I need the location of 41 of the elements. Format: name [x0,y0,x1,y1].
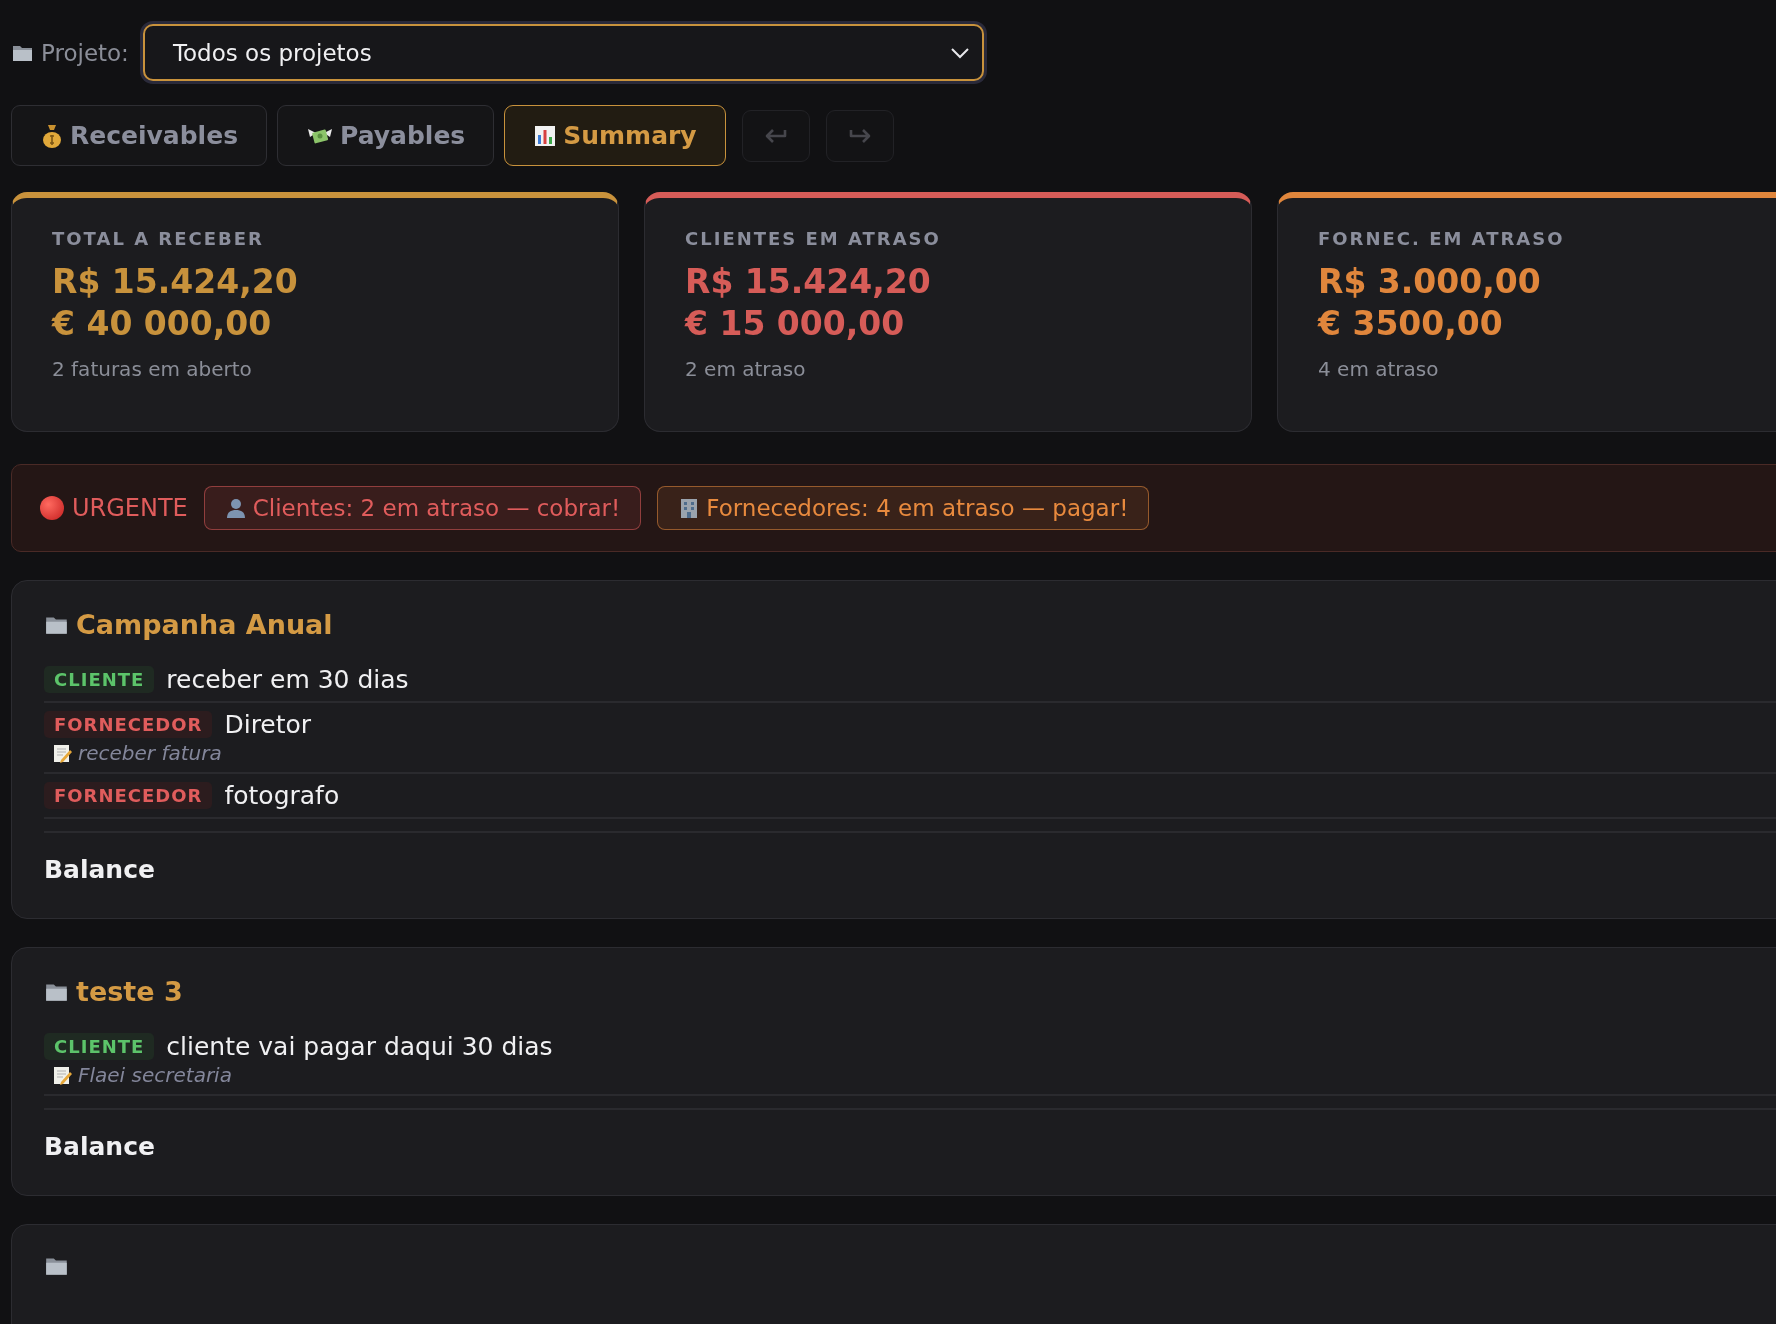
entry-text: cliente vai pagar daqui 30 dias [166,1032,553,1061]
alert-badge: Fornecedores: 4 em atraso — pagar! [657,486,1150,530]
project-dropdown[interactable]: Todos os projetos [142,24,984,81]
entry-note: receber fatura [78,741,222,765]
tab[interactable]: Summary [504,105,726,166]
entry-text: Diretor [224,710,312,739]
entry-text: fotografo [224,781,340,810]
card-label: TOTAL A RECEBER [52,228,265,249]
memo-icon [52,1064,74,1086]
money-bag-icon [40,122,64,149]
alert-badge: Clientes: 2 em atraso — cobrar! [203,486,642,530]
amount: R$ 15.424,20 [52,261,299,303]
type-tag: FORNECEDOR [44,711,213,738]
memo-icon [52,742,74,764]
card-caption: 4 em atraso [1318,357,1440,381]
entry-text: receber em 30 dias [166,665,409,694]
balance-label: Balance [44,855,155,884]
balance-label: Balance [44,1132,155,1161]
amount: € 3500,00 [1318,303,1504,345]
type-tag: CLIENTE [44,1033,155,1060]
project-title: Campanha Anual [76,609,333,640]
amount: R$ 3.000,00 [1318,261,1542,303]
bar-chart-icon [533,123,558,148]
type-tag: FORNECEDOR [44,782,213,809]
amount: R$ 15.424,20 [685,261,932,303]
card-label: CLIENTES EM ATRASO [685,228,942,249]
type-tag: CLIENTE [44,666,155,693]
chevron-down-icon [949,46,970,59]
alert-dot-icon [40,496,64,520]
amount: € 40 000,00 [52,303,273,345]
project-title: teste 3 [76,976,183,1007]
amount: € 15 000,00 [685,303,906,345]
tab[interactable]: Payables [277,105,495,166]
project-label: Projeto: [41,39,129,66]
person-icon [224,497,247,519]
alert-label: URGENTE [72,494,188,522]
entry-note: Flaei secretaria [78,1063,232,1087]
tab[interactable]: Receivables [11,105,268,166]
card-caption: 2 faturas em aberto [52,357,253,381]
card-label: FORNEC. EM ATRASO [1318,228,1566,249]
card-caption: 2 em atraso [685,357,807,381]
